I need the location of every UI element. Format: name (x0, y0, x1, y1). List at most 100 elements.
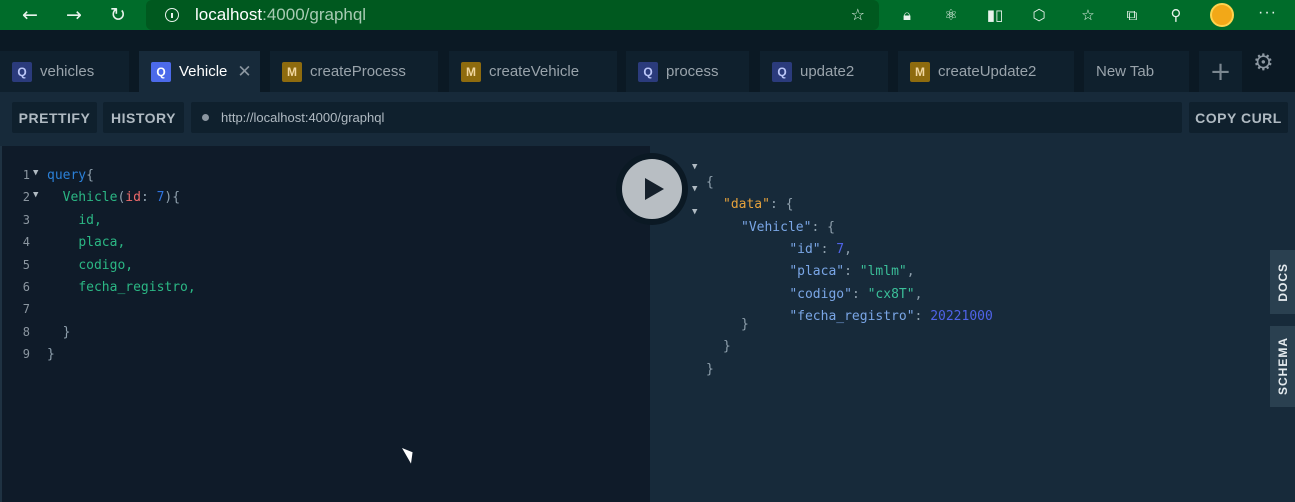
tab-label: createVehicle (489, 63, 580, 80)
tab-label: New Tab (1096, 63, 1155, 80)
tab-badge: Q (638, 61, 658, 82)
url-path: :4000/graphql (262, 5, 367, 24)
tab-vehicles[interactable]: Q vehicles (0, 51, 129, 92)
info-icon[interactable] (165, 8, 179, 22)
back-icon[interactable]: ← (8, 0, 52, 30)
result-line: "placa": "lmlm", (789, 264, 915, 279)
copy-curl-button[interactable]: COPY CURL (1189, 102, 1288, 133)
execute-query-button[interactable] (616, 153, 688, 225)
field-codigo: codigo, (78, 258, 134, 273)
fold-arrow-icon[interactable]: ▼ (33, 168, 38, 178)
line-number: 3 (22, 213, 30, 227)
field-name: Vehicle (62, 190, 118, 205)
status-dot (202, 114, 209, 121)
line-number: 4 (22, 235, 30, 249)
window-icon[interactable]: ▮▯ (984, 4, 1006, 26)
collections-icon[interactable]: ⧉ (1121, 4, 1143, 26)
tab-new-tab[interactable]: New Tab (1084, 51, 1189, 92)
result-line: ▼ "Vehicle": { (692, 207, 835, 235)
result-line: } (706, 362, 714, 377)
docs-label: DOCS (1275, 262, 1290, 302)
forward-icon[interactable]: → (52, 0, 96, 30)
refresh-icon[interactable]: ↻ (96, 0, 140, 30)
tab-label: createProcess (310, 63, 406, 80)
tab-createprocess[interactable]: M createProcess (270, 51, 438, 92)
add-tab-icon[interactable]: + (1199, 51, 1242, 92)
fold-arrow-icon[interactable]: ▼ (692, 184, 697, 194)
result-line: "codigo": "cx8T", (789, 287, 923, 302)
tab-label: update2 (800, 63, 855, 80)
close-brace: } (47, 347, 55, 362)
tab-label: createUpdate2 (938, 63, 1037, 80)
fecha-registro-key: "fecha_registro" (789, 309, 915, 324)
docs-tab[interactable]: DOCS (1270, 250, 1295, 314)
close-brace: } (62, 325, 71, 340)
result-line: } (741, 317, 749, 332)
toolbar: PRETTIFY HISTORY http://localhost:4000/g… (0, 92, 1295, 146)
react-icon[interactable]: ⚛ (940, 4, 962, 26)
schema-label: SCHEMA (1275, 337, 1290, 396)
tab-badge: Q (151, 61, 171, 82)
endpoint-input[interactable]: http://localhost:4000/graphql (191, 102, 1182, 133)
line-number: 9 (22, 347, 30, 361)
schema-tab[interactable]: SCHEMA (1270, 326, 1295, 407)
code-line: 5 codigo, (2, 256, 133, 278)
code-line: 7 (2, 300, 33, 322)
code-line: 1 ▼ query{ (2, 166, 94, 188)
code-line: 4 placa, (2, 233, 126, 255)
profile-icon[interactable] (1210, 3, 1234, 27)
lock-icon[interactable]: 🔒︎ (896, 4, 918, 26)
code-line: 9 } (2, 345, 55, 367)
address-bar[interactable]: localhost:4000/graphql ☆ (146, 0, 879, 30)
tab-process[interactable]: Q process (626, 51, 749, 92)
results-panel[interactable]: ▼{ ▼ "data": { ▼ "Vehicle": { "id": 7, "pl… (650, 146, 1295, 502)
tab-vehicle[interactable]: Q Vehicle ✕ (139, 51, 260, 92)
result-line: "fecha_registro": 20221000 (789, 309, 993, 324)
fold-arrow-icon[interactable]: ▼ (692, 207, 697, 217)
field-placa: placa, (78, 235, 126, 250)
fold-arrow-icon[interactable]: ▼ (692, 162, 697, 172)
line-number: 5 (22, 258, 30, 272)
line-number: 1 (22, 168, 30, 182)
code-line: 2 ▼ Vehicle(id: 7){ (2, 188, 180, 210)
fold-arrow-icon[interactable]: ▼ (33, 190, 38, 200)
tab-badge: M (910, 61, 930, 82)
line-number: 2 (22, 190, 30, 204)
code-line: 3 id, (2, 211, 102, 233)
tab-label: process (666, 63, 719, 80)
query-editor[interactable]: 1 ▼ query{ 2 ▼ Vehicle(id: 7){ 3 id, 4 p… (0, 146, 650, 502)
play-icon (622, 159, 682, 219)
result-line: } (723, 339, 731, 354)
tab-badge: M (461, 61, 481, 82)
history-button[interactable]: HISTORY (103, 102, 184, 133)
share-icon[interactable]: ⚲ (1165, 4, 1187, 26)
tab-badge: Q (12, 61, 32, 82)
endpoint-url: http://localhost:4000/graphql (221, 110, 385, 125)
tab-createvehicle[interactable]: M createVehicle (449, 51, 617, 92)
fecha-registro-value: 20221000 (930, 309, 993, 324)
prettify-button[interactable]: PRETTIFY (12, 102, 97, 133)
line-number: 7 (22, 302, 30, 316)
tab-update2[interactable]: Q update2 (760, 51, 888, 92)
add-favorite-icon[interactable]: ☆ (851, 5, 865, 24)
code-line: 8 } (2, 323, 71, 345)
line-number: 8 (22, 325, 30, 339)
puzzle-icon[interactable]: ⬡ (1028, 4, 1050, 26)
result-line: "id": 7, (789, 242, 852, 257)
tab-badge: M (282, 61, 302, 82)
address-url[interactable]: localhost:4000/graphql (195, 5, 366, 25)
tab-label: vehicles (40, 63, 95, 80)
more-icon[interactable]: ··· (1258, 4, 1277, 22)
favorites-icon[interactable]: ☆ (1077, 4, 1099, 26)
url-host: localhost (195, 5, 263, 24)
open-brace: { (86, 168, 94, 183)
tab-label: Vehicle (179, 63, 228, 80)
gear-icon[interactable]: ⚙ (1253, 50, 1274, 76)
arg-name: id (125, 190, 141, 205)
tab-badge: Q (772, 61, 792, 82)
code-line: 6 fecha_registro, (2, 278, 196, 300)
close-icon[interactable]: ✕ (237, 62, 251, 82)
result-line: ▼ "data": { (692, 184, 794, 212)
tab-createupdate2[interactable]: M createUpdate2 (898, 51, 1074, 92)
line-number: 6 (22, 280, 30, 294)
